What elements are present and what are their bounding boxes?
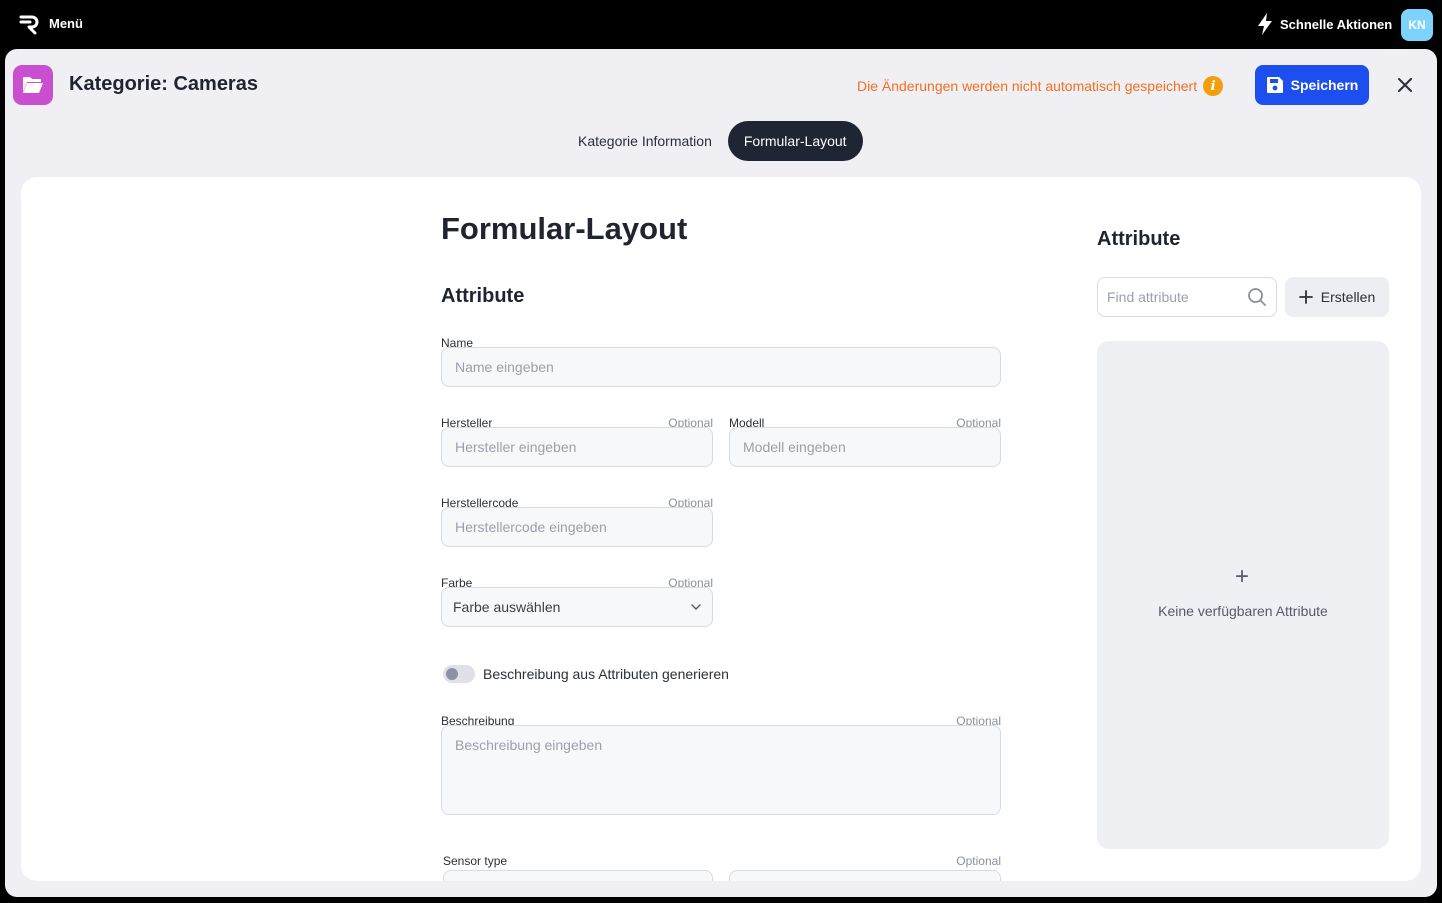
plus-icon: + [1235,563,1250,590]
section-title-attribute: Attribute [441,285,525,307]
unsaved-notice-text: Die Änderungen werden nicht automatisch … [857,78,1198,94]
herstellercode-field: Herstellercode Optional Herstellercode e… [441,496,713,548]
category-icon [13,65,53,105]
create-attribute-label: Erstellen [1320,289,1376,305]
close-icon [1398,78,1412,92]
folder-icon [23,77,43,93]
available-attributes-dropzone: + Keine verfügbaren Attribute [1097,341,1389,849]
logo-icon[interactable] [18,13,40,35]
sensor-type-field: Sensor type Optional [443,854,1001,881]
name-input[interactable]: Name eingeben [441,347,1001,387]
save-icon [1266,77,1283,93]
unsaved-notice: Die Änderungen werden nicht automatisch … [857,76,1224,96]
chevron-down-icon [691,604,701,610]
page-title: Kategorie: Cameras [69,73,258,95]
optional-label: Optional [956,854,1001,868]
form-layout-card: Formular-Layout Attribute Name Name eing… [21,177,1421,881]
sensor-type-label: Sensor type [443,854,508,868]
close-button[interactable] [1393,73,1417,97]
modell-field: Modell Optional Modell eingeben [729,416,1001,468]
top-bar: Menü Schnelle Aktionen KN [0,0,1442,48]
farbe-field: Farbe Optional Farbe auswählen [441,576,713,628]
sensor-type-input-secondary[interactable] [729,870,1001,881]
quick-actions-button[interactable]: Schnelle Aktionen [1256,12,1392,36]
generate-description-toggle-row: Beschreibung aus Attributen generieren [443,665,729,683]
modell-input[interactable]: Modell eingeben [729,427,1001,467]
empty-attributes-text: Keine verfügbaren Attribute [1158,603,1328,619]
toggle-knob [446,668,458,680]
save-button-label: Speichern [1290,77,1359,93]
herstellercode-input[interactable]: Herstellercode eingeben [441,507,713,547]
tab-kategorie-information[interactable]: Kategorie Information [562,121,728,161]
form-title: Formular-Layout [441,211,688,246]
attribute-search-placeholder: Find attribute [1107,289,1189,305]
search-icon[interactable] [1247,287,1267,307]
category-editor-panel: Kategorie: Cameras Die Änderungen werden… [5,49,1437,897]
sensor-type-input[interactable] [443,870,713,881]
name-field: Name Name eingeben [441,336,1001,388]
save-button[interactable]: Speichern [1255,65,1369,105]
beschreibung-field: Beschreibung Optional Beschreibung einge… [441,714,1001,816]
menu-button[interactable]: Menü [49,16,83,31]
attribute-panel-title: Attribute [1097,228,1181,250]
create-attribute-button[interactable]: Erstellen [1285,277,1389,317]
beschreibung-textarea[interactable]: Beschreibung eingeben [441,725,1001,815]
avatar[interactable]: KN [1401,9,1433,41]
hersteller-input[interactable]: Hersteller eingeben [441,427,713,467]
farbe-select-value: Farbe auswählen [453,599,561,615]
generate-description-label: Beschreibung aus Attributen generieren [483,666,729,682]
farbe-select[interactable]: Farbe auswählen [441,587,713,627]
attribute-search-input[interactable]: Find attribute [1097,277,1277,317]
generate-description-toggle[interactable] [443,665,475,683]
info-icon[interactable]: i [1203,76,1224,96]
tab-formular-layout[interactable]: Formular-Layout [727,121,863,161]
quick-actions-label: Schnelle Aktionen [1280,16,1393,32]
lightning-icon [1258,13,1272,35]
hersteller-field: Hersteller Optional Hersteller eingeben [441,416,713,468]
tab-bar: Kategorie Information Formular-Layout [562,121,863,161]
plus-icon [1298,290,1313,304]
